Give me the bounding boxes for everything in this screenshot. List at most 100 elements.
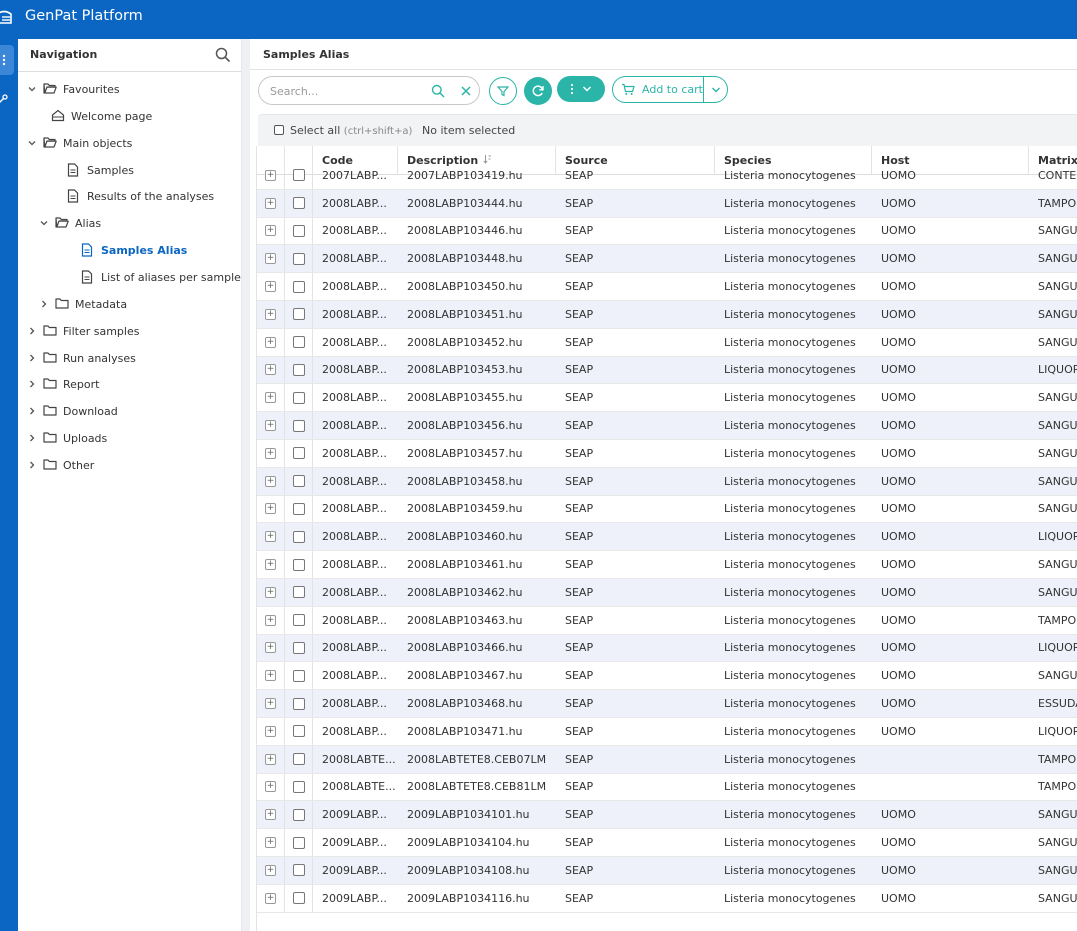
app-logo-icon[interactable] bbox=[0, 8, 14, 28]
expand-row-icon[interactable]: + bbox=[265, 225, 276, 237]
table-row[interactable]: +2009LABP... 2009LABP1034116.hu SEAP Lister… bbox=[257, 884, 1077, 913]
expand-row-icon[interactable]: + bbox=[265, 364, 276, 376]
chevron-right-icon[interactable] bbox=[39, 299, 49, 309]
nav-item-metadata[interactable]: Metadata bbox=[39, 294, 127, 314]
expand-row-icon[interactable]: + bbox=[265, 837, 276, 849]
nav-item-alias[interactable]: Alias bbox=[39, 213, 101, 233]
row-checkbox[interactable] bbox=[292, 252, 305, 265]
chevron-right-icon[interactable] bbox=[27, 406, 37, 416]
row-checkbox[interactable] bbox=[292, 169, 305, 182]
table-row[interactable]: +2008LABP... 2008LABP103456.hu SEAP Listeri… bbox=[257, 412, 1077, 440]
row-checkbox[interactable] bbox=[292, 753, 305, 766]
table-row[interactable]: +2008LABP... 2008LABP103450.hu SEAP Listeri… bbox=[257, 273, 1077, 301]
row-checkbox[interactable] bbox=[292, 808, 305, 821]
row-checkbox[interactable] bbox=[292, 391, 305, 404]
row-checkbox[interactable] bbox=[292, 669, 305, 682]
nav-item-favourites[interactable]: Favourites bbox=[27, 79, 120, 99]
table-row[interactable]: +2008LABP... 2008LABP103467.hu SEAP Listeri… bbox=[257, 662, 1077, 691]
search-icon[interactable] bbox=[431, 84, 445, 98]
table-row[interactable]: +2008LABP... 2008LABP103460.hu SEAP Listeri… bbox=[257, 523, 1077, 552]
table-row[interactable]: +2008LABP... 2008LABP103448.hu SEAP Listeri… bbox=[257, 245, 1077, 274]
row-checkbox[interactable] bbox=[292, 558, 305, 571]
chevron-down-icon[interactable] bbox=[27, 84, 37, 94]
table-row[interactable]: +2008LABP... 2008LABP103471.hu SEAP Listeri… bbox=[257, 718, 1077, 746]
expand-row-icon[interactable]: + bbox=[265, 725, 276, 737]
add-to-cart-main[interactable]: Add to cart bbox=[613, 77, 705, 102]
table-row[interactable]: +2008LABP... 2008LABP103463.hu SEAP Listeri… bbox=[257, 606, 1077, 635]
nav-item-samples[interactable]: Samples bbox=[67, 160, 134, 180]
expand-row-icon[interactable]: + bbox=[265, 447, 276, 459]
search-icon[interactable] bbox=[215, 47, 231, 63]
table-row[interactable]: +2008LABP... 2008LABP103468.hu SEAP Listeri… bbox=[257, 690, 1077, 718]
row-checkbox[interactable] bbox=[292, 697, 305, 710]
add-to-cart-button[interactable]: Add to cart bbox=[612, 76, 728, 103]
table-row[interactable]: +2008LABP... 2008LABP103466.hu SEAP Listeri… bbox=[257, 634, 1077, 663]
nav-item-run-analyses[interactable]: Run analyses bbox=[27, 348, 136, 368]
nav-item-other[interactable]: Other bbox=[27, 455, 94, 475]
table-row[interactable]: +2008LABP... 2008LABP103452.hu SEAP Listeri… bbox=[257, 328, 1077, 357]
table-row[interactable]: +2008LABTE... 2008LABTETE8.CEB07LM SEAP Lis… bbox=[257, 745, 1077, 774]
nav-item-main-objects[interactable]: Main objects bbox=[27, 133, 132, 153]
rail-menu-button[interactable] bbox=[0, 45, 14, 75]
table-row[interactable]: +2008LABP... 2008LABP103444.hu SEAP Listeri… bbox=[257, 189, 1077, 218]
chevron-right-icon[interactable] bbox=[27, 433, 37, 443]
row-checkbox[interactable] bbox=[292, 725, 305, 738]
more-actions-button[interactable] bbox=[557, 76, 605, 102]
expand-row-icon[interactable]: + bbox=[265, 308, 276, 320]
select-all-checkbox[interactable] bbox=[274, 125, 284, 135]
nav-item-download[interactable]: Download bbox=[27, 401, 118, 421]
row-checkbox[interactable] bbox=[292, 419, 305, 432]
nav-item-report[interactable]: Report bbox=[27, 374, 99, 394]
nav-item-welcome-page[interactable]: Welcome page bbox=[51, 106, 152, 126]
row-checkbox[interactable] bbox=[292, 475, 305, 488]
row-checkbox[interactable] bbox=[292, 614, 305, 627]
table-row[interactable]: +2008LABTE... 2008LABTETE8.CEB81LM SEAP Lis… bbox=[257, 773, 1077, 802]
table-row[interactable]: +2009LABP... 2009LABP1034108.hu SEAP Lister… bbox=[257, 857, 1077, 885]
expand-row-icon[interactable]: + bbox=[265, 670, 276, 682]
table-row[interactable]: +2007LABP... 2007LABP103419.hu SEAP Listeri… bbox=[257, 162, 1077, 190]
expand-row-icon[interactable]: + bbox=[265, 809, 276, 821]
row-checkbox[interactable] bbox=[292, 336, 305, 349]
expand-row-icon[interactable]: + bbox=[265, 892, 276, 904]
row-checkbox[interactable] bbox=[292, 363, 305, 376]
expand-row-icon[interactable]: + bbox=[265, 253, 276, 265]
expand-row-icon[interactable]: + bbox=[265, 475, 276, 487]
row-checkbox[interactable] bbox=[292, 224, 305, 237]
table-row[interactable]: +2008LABP... 2008LABP103455.hu SEAP Listeri… bbox=[257, 384, 1077, 413]
table-row[interactable]: +2008LABP... 2008LABP103453.hu SEAP Listeri… bbox=[257, 356, 1077, 385]
expand-row-icon[interactable]: + bbox=[265, 420, 276, 432]
expand-row-icon[interactable]: + bbox=[265, 503, 276, 515]
expand-row-icon[interactable]: + bbox=[265, 864, 276, 876]
refresh-button[interactable] bbox=[524, 77, 552, 105]
expand-row-icon[interactable]: + bbox=[265, 559, 276, 571]
expand-row-icon[interactable]: + bbox=[265, 392, 276, 404]
table-row[interactable]: +2009LABP... 2009LABP1034101.hu SEAP Lister… bbox=[257, 801, 1077, 830]
row-checkbox[interactable] bbox=[292, 836, 305, 849]
table-row[interactable]: +2008LABP... 2008LABP103451.hu SEAP Listeri… bbox=[257, 301, 1077, 329]
expand-row-icon[interactable]: + bbox=[265, 753, 276, 765]
row-checkbox[interactable] bbox=[292, 502, 305, 515]
select-all-label[interactable]: Select all (ctrl+shift+a) bbox=[290, 124, 412, 137]
expand-row-icon[interactable]: + bbox=[265, 281, 276, 293]
expand-row-icon[interactable]: + bbox=[265, 586, 276, 598]
nav-item-list-of-aliases-per-sample[interactable]: List of aliases per sample bbox=[81, 267, 241, 287]
row-checkbox[interactable] bbox=[292, 864, 305, 877]
link-icon[interactable] bbox=[0, 94, 8, 108]
nav-item-results-of-the-analyses[interactable]: Results of the analyses bbox=[67, 186, 214, 206]
row-checkbox[interactable] bbox=[292, 586, 305, 599]
chevron-down-icon[interactable] bbox=[27, 138, 37, 148]
chevron-right-icon[interactable] bbox=[27, 353, 37, 363]
expand-row-icon[interactable]: + bbox=[265, 642, 276, 654]
chevron-right-icon[interactable] bbox=[27, 460, 37, 470]
table-row[interactable]: +2008LABP... 2008LABP103462.hu SEAP Listeri… bbox=[257, 579, 1077, 607]
clear-icon[interactable] bbox=[460, 85, 472, 97]
search-input[interactable]: Search... bbox=[258, 76, 480, 105]
chevron-right-icon[interactable] bbox=[27, 326, 37, 336]
expand-row-icon[interactable]: + bbox=[265, 336, 276, 348]
row-checkbox[interactable] bbox=[292, 641, 305, 654]
expand-row-icon[interactable]: + bbox=[265, 531, 276, 543]
filter-button[interactable] bbox=[489, 77, 517, 105]
nav-item-uploads[interactable]: Uploads bbox=[27, 428, 107, 448]
row-checkbox[interactable] bbox=[292, 308, 305, 321]
row-checkbox[interactable] bbox=[292, 530, 305, 543]
